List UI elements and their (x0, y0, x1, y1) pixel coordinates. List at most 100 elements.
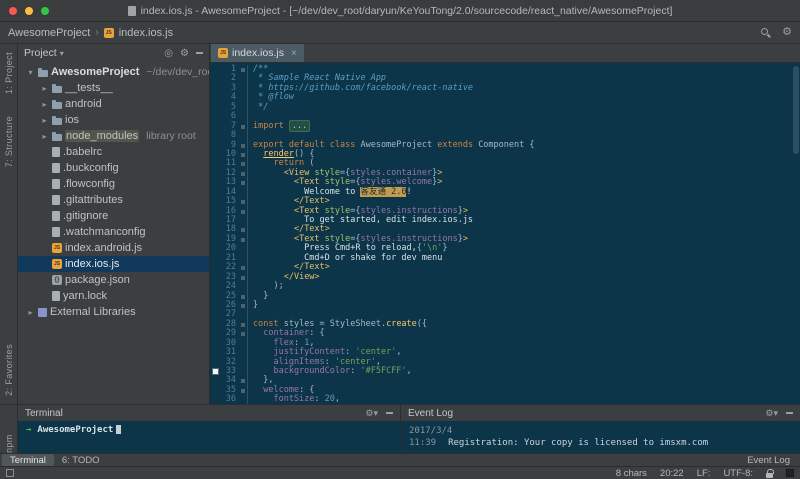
tree-item-__tests__[interactable]: ▸ __tests__ (18, 80, 209, 96)
zoom-window-button[interactable] (41, 7, 49, 15)
editor-gutter[interactable]: 2 (210, 73, 248, 84)
hide-panel-icon[interactable] (386, 412, 393, 414)
file-icon (52, 211, 60, 221)
color-preview-swatch[interactable] (212, 368, 219, 375)
code-editor[interactable]: 1/** 2 * Sample React Native App 3 * https… (210, 63, 800, 404)
fold-marker-icon[interactable] (239, 300, 248, 311)
tree-item-external-libraries[interactable]: ▸ External Libraries (18, 304, 209, 320)
hide-panel-icon[interactable] (786, 412, 793, 414)
tree-item-label: .babelrc (63, 146, 103, 158)
fold-column (239, 187, 248, 198)
fold-marker-icon[interactable] (239, 234, 248, 245)
event-log-title: Event Log (408, 407, 454, 419)
tree-item-.gitattributes[interactable]: .gitattributes (18, 192, 209, 208)
tree-item-yarn.lock[interactable]: yarn.lock (18, 288, 209, 304)
tree-item-.flowconfig[interactable]: .flowconfig (18, 176, 209, 192)
event-log-message[interactable]: Registration: Your copy is licensed to i… (448, 437, 708, 449)
fold-column (239, 395, 248, 404)
fold-marker-icon[interactable] (239, 329, 248, 339)
minimize-window-button[interactable] (25, 7, 33, 15)
editor-gutter[interactable]: 3 (210, 83, 248, 94)
fold-marker-icon[interactable] (239, 385, 248, 396)
editor-gutter[interactable]: 5 (210, 102, 248, 113)
hide-panel-icon[interactable] (196, 52, 203, 54)
tree-item-.buckconfig[interactable]: .buckconfig (18, 160, 209, 176)
tree-item-ios[interactable]: ▸ ios (18, 112, 209, 128)
event-log-content[interactable]: 2017/3/4 11:39 Registration: Your copy i… (401, 421, 800, 453)
fold-marker-icon[interactable] (239, 140, 248, 150)
encoding-widget[interactable]: UTF-8: (723, 468, 753, 479)
gear-icon[interactable]: ⚙ (782, 27, 792, 38)
tree-item-.babelrc[interactable]: .babelrc (18, 144, 209, 160)
breadcrumb-file[interactable]: index.ios.js (119, 27, 173, 39)
status-bar-widgets: 8 chars 20:22 LF: UTF-8: (616, 468, 794, 479)
tree-item-.gitignore[interactable]: .gitignore (18, 208, 209, 224)
tree-item-node_modules[interactable]: ▸ node_modules library root (18, 128, 209, 144)
editor-gutter[interactable]: 1 (210, 64, 248, 75)
readonly-lock-icon[interactable] (766, 468, 774, 478)
inspection-profile-icon[interactable] (786, 469, 794, 477)
fold-marker-icon[interactable] (239, 319, 248, 330)
collapse-caret-icon[interactable]: ▾ (26, 68, 35, 77)
fold-marker-icon[interactable] (239, 149, 248, 160)
toolwindow-button-project[interactable]: 1: Project (4, 52, 14, 94)
fold-marker-icon[interactable] (239, 263, 248, 273)
tab-index-ios-js[interactable]: JS index.ios.js × (211, 44, 304, 62)
ide-window: index.ios.js - AwesomeProject - [~/dev/d… (0, 0, 800, 479)
gear-icon[interactable]: ⚙▾ (365, 408, 378, 419)
js-icon: JS (52, 243, 62, 253)
editor-gutter[interactable]: 36 (210, 394, 248, 404)
toolwindow-button-favorites[interactable]: 2: Favorites (4, 344, 14, 396)
editor-gutter[interactable]: 8 (210, 130, 248, 141)
toolwindow-button-npm[interactable]: npm (4, 409, 14, 453)
fold-marker-icon[interactable] (239, 272, 248, 283)
locate-file-icon[interactable]: ◎ (164, 48, 173, 59)
toolwindow-switcher-icon[interactable] (6, 469, 14, 477)
fold-marker-icon[interactable] (239, 197, 248, 207)
fold-marker-icon[interactable] (239, 206, 248, 216)
tree-item-AwesomeProject-root[interactable]: ▾ AwesomeProject ~/dev/dev_root/daryun (18, 64, 209, 80)
chevron-down-icon[interactable]: ▾ (60, 49, 64, 58)
editor-scrollbar[interactable] (793, 66, 799, 154)
editor-gutter[interactable]: 6 (210, 111, 248, 122)
gear-icon[interactable]: ⚙▾ (765, 408, 778, 419)
editor-gutter[interactable]: 4 (210, 92, 248, 103)
fold-marker-icon[interactable] (239, 225, 248, 235)
toolwindow-button-terminal[interactable]: Terminal (2, 454, 54, 466)
expand-caret-icon[interactable]: ▸ (40, 100, 49, 109)
caret-position[interactable]: 20:22 (660, 468, 684, 479)
expand-caret-icon[interactable]: ▸ (40, 116, 49, 125)
expand-caret-icon[interactable]: ▸ (26, 308, 35, 317)
editor-gutter[interactable]: 7 (210, 121, 248, 132)
tree-item-android[interactable]: ▸ android (18, 96, 209, 112)
close-tab-icon[interactable]: × (291, 48, 297, 59)
breadcrumb-project[interactable]: AwesomeProject (8, 27, 90, 39)
fold-marker-icon[interactable] (239, 168, 248, 179)
tree-item-.watchmanconfig[interactable]: .watchmanconfig (18, 224, 209, 240)
prompt-arrow-icon: → (26, 425, 32, 435)
fold-marker-icon[interactable] (239, 376, 248, 386)
toolwindow-button-event-log[interactable]: Event Log (739, 454, 798, 466)
toolwindow-button-structure[interactable]: 7: Structure (4, 116, 14, 167)
fold-marker-icon[interactable] (239, 178, 248, 188)
search-icon[interactable] (761, 27, 771, 38)
fold-marker-icon[interactable] (239, 291, 248, 301)
code-text: import ... (248, 119, 311, 132)
expand-caret-icon[interactable]: ▸ (40, 84, 49, 93)
close-window-button[interactable] (9, 7, 17, 15)
toolwindow-button-todo[interactable]: 6: TODO (54, 454, 108, 466)
tree-item-package.json[interactable]: {} package.json (18, 272, 209, 288)
fold-column (239, 216, 248, 226)
gear-icon[interactable]: ⚙ (180, 48, 189, 59)
terminal-output[interactable]: → AwesomeProject (18, 421, 400, 453)
fold-marker-icon[interactable] (239, 121, 248, 132)
fold-marker-icon[interactable] (239, 65, 248, 75)
tree-item-index.android.js[interactable]: JS index.android.js (18, 240, 209, 256)
tree-item-index.ios.js[interactable]: JS index.ios.js (18, 256, 209, 272)
fold-marker-icon[interactable] (239, 159, 248, 169)
expand-caret-icon[interactable]: ▸ (40, 132, 49, 141)
project-panel-title[interactable]: Project (24, 47, 57, 59)
line-separator-widget[interactable]: LF: (697, 468, 711, 479)
code-token: , (396, 347, 402, 358)
left-stripe-bottom: 2: Favorites (4, 344, 14, 396)
